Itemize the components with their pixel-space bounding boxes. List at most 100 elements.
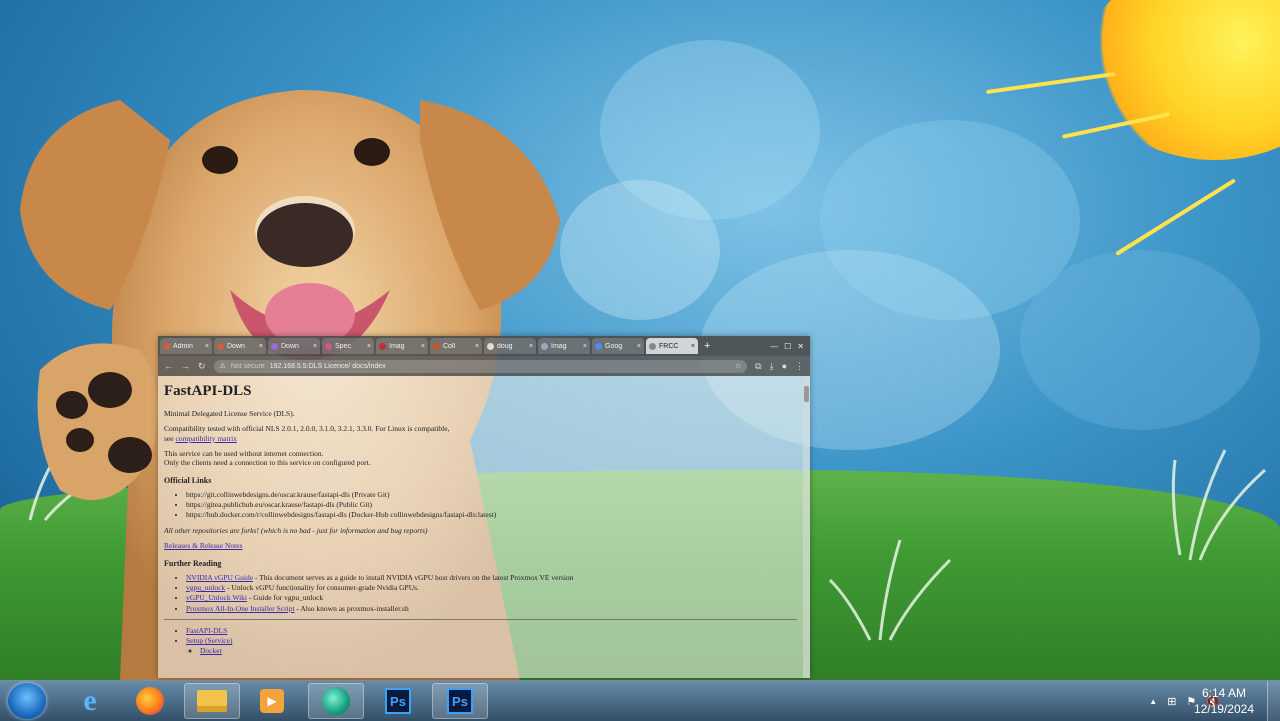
tab-6[interactable]: doug × [484, 338, 536, 354]
close-tab-icon[interactable]: × [313, 343, 317, 350]
close-tab-icon[interactable]: × [367, 343, 371, 350]
toc-item: Docker [200, 646, 797, 655]
clock[interactable]: 6:14 AM 12/19/2024 [1194, 685, 1254, 717]
tab-4[interactable]: Imag × [376, 338, 428, 354]
favicon-icon [433, 342, 440, 350]
close-tab-icon[interactable]: × [475, 343, 479, 350]
start-button[interactable] [8, 683, 46, 719]
nvidia-vgpu-guide-link[interactable]: NVIDIA vGPU Guide [186, 573, 253, 582]
taskbar-firefox[interactable] [122, 683, 178, 719]
address-bar[interactable]: ⚠ Not secure 192.168.5.5:DLS Licence/ do… [213, 359, 748, 373]
page-content: FastAPI-DLS Minimal Delegated License Se… [158, 376, 803, 678]
maximize-icon[interactable]: ☐ [784, 342, 791, 351]
list-item: Proxmox All-In-One Installer Script - Al… [186, 604, 797, 613]
list-item: NVIDIA vGPU Guide - This document serves… [186, 573, 797, 582]
vertical-scrollbar[interactable] [803, 376, 810, 678]
usage-line-2: Only the clients need a connection to th… [164, 458, 371, 468]
taskbar-internet-explorer[interactable]: e [62, 683, 118, 719]
tab-strip: Admin × Down × Down × Spec × Imag × Coll × dou… [158, 336, 810, 356]
list-item-text: - Also known as proxmox-installer.sh [294, 603, 409, 613]
show-desktop-button[interactable] [1267, 681, 1280, 721]
new-tab-button[interactable]: + [704, 340, 710, 352]
menu-icon[interactable]: ⋮ [795, 361, 804, 372]
tab-label: Admin [173, 342, 193, 350]
favicon-icon [325, 342, 332, 350]
tab-label: Down [281, 342, 299, 350]
close-tab-icon[interactable]: × [583, 343, 587, 350]
clock-date: 12/19/2024 [1193, 702, 1254, 716]
taskbar-photoshop-2[interactable]: Ps [432, 683, 488, 719]
proxmox-installer-link[interactable]: Proxmox All-In-One Installer Script [186, 604, 295, 613]
window-controls: — ☐ ✕ [770, 342, 810, 351]
vgpu-unlock-wiki-link[interactable]: vGPU_Unlock Wiki [186, 593, 247, 602]
toc-link[interactable]: FastAPI-DLS [186, 626, 227, 635]
close-tab-icon[interactable]: × [529, 343, 533, 350]
forward-icon[interactable]: → [181, 361, 190, 371]
profile-icon[interactable]: ● [782, 361, 787, 371]
tab-label: FRCC [659, 342, 679, 350]
tab-2[interactable]: Down × [268, 338, 320, 354]
list-item-text: - Guide for vgpu_unlock [247, 593, 324, 603]
usage-line-1: This service can be used without interne… [164, 448, 324, 458]
tab-5[interactable]: Coll × [430, 338, 482, 354]
tab-9[interactable]: FRCC × [646, 338, 698, 354]
page-title: FastAPI-DLS [164, 383, 252, 399]
close-window-icon[interactable]: ✕ [797, 342, 804, 351]
favicon-icon [379, 342, 386, 350]
close-tab-icon[interactable]: × [205, 343, 209, 350]
tab-0[interactable]: Admin × [160, 338, 212, 354]
favicon-icon [649, 342, 656, 350]
clock-time: 6:14 AM [1201, 686, 1246, 700]
browser-app-icon [322, 687, 350, 715]
toc-item: FastAPI-DLS [186, 626, 797, 635]
table-of-contents: FastAPI-DLS Setup (Service) Docker [164, 626, 797, 655]
bookmark-star-icon[interactable]: ☆ [735, 362, 741, 370]
close-tab-icon[interactable]: × [259, 343, 263, 350]
tab-3[interactable]: Spec × [322, 338, 374, 354]
toc-link[interactable]: Docker [200, 646, 222, 655]
tab-label: Imag [389, 342, 405, 350]
tab-1[interactable]: Down × [214, 338, 266, 354]
extensions-icon[interactable]: ⧉ [755, 361, 761, 372]
browser-window[interactable]: Admin × Down × Down × Spec × Imag × Coll × dou… [158, 336, 810, 678]
minimize-icon[interactable]: — [770, 342, 778, 351]
list-item[interactable]: https://hub.docker.com/r/collinwebdesign… [186, 510, 797, 519]
list-item[interactable]: https://git.collinwebdesigns.de/oscar.kr… [186, 490, 797, 499]
compat-link-prefix: see [164, 433, 174, 443]
usage-paragraph: This service can be used without interne… [164, 449, 797, 468]
back-icon[interactable]: ← [164, 361, 173, 371]
list-item: vGPU_Unlock Wiki - Guide for vgpu_unlock [186, 593, 797, 602]
taskbar-media-player[interactable]: ▶ [244, 683, 300, 719]
not-secure-icon[interactable]: ⚠ [220, 362, 226, 370]
network-icon[interactable]: ⊞ [1167, 695, 1176, 708]
taskbar-file-explorer[interactable] [184, 683, 240, 719]
taskbar-photoshop-1[interactable]: Ps [370, 683, 426, 719]
taskbar-browser[interactable] [308, 683, 364, 719]
tab-7[interactable]: Imag × [538, 338, 590, 354]
favicon-icon [163, 342, 170, 350]
show-hidden-icons-icon[interactable]: ▲ [1149, 697, 1157, 706]
tab-label: Coll [443, 342, 456, 350]
vgpu-unlock-link[interactable]: vgpu_unlock [186, 583, 225, 592]
toc-link[interactable]: Setup (Service) [186, 636, 232, 645]
scrollbar-thumb[interactable] [804, 386, 809, 402]
reload-icon[interactable]: ↻ [198, 361, 206, 372]
further-reading-heading: Further Reading [164, 558, 222, 568]
internet-explorer-icon: e [83, 684, 97, 717]
folder-icon [197, 690, 227, 712]
security-label: Not secure [230, 362, 265, 370]
download-icon[interactable]: ⤓ [770, 361, 774, 372]
list-item[interactable]: https://gitea.publichub.eu/oscar.krause/… [186, 500, 797, 509]
compatibility-matrix-link[interactable]: compatibility matrix [175, 434, 236, 443]
releases-link[interactable]: Releases & Release Notes [164, 541, 243, 550]
divider [164, 619, 797, 620]
list-item-text: - This document serves as a guide to ins… [253, 572, 574, 582]
further-reading-list: NVIDIA vGPU Guide - This document serves… [164, 573, 797, 614]
list-item: vgpu_unlock - Unlock vGPU functionality … [186, 583, 797, 592]
close-tab-icon[interactable]: × [637, 343, 641, 350]
favicon-icon [271, 342, 278, 350]
close-tab-icon[interactable]: × [691, 343, 695, 350]
intro-text: Minimal Delegated License Service (DLS). [164, 408, 295, 418]
close-tab-icon[interactable]: × [421, 343, 425, 350]
tab-8[interactable]: Goog × [592, 338, 644, 354]
